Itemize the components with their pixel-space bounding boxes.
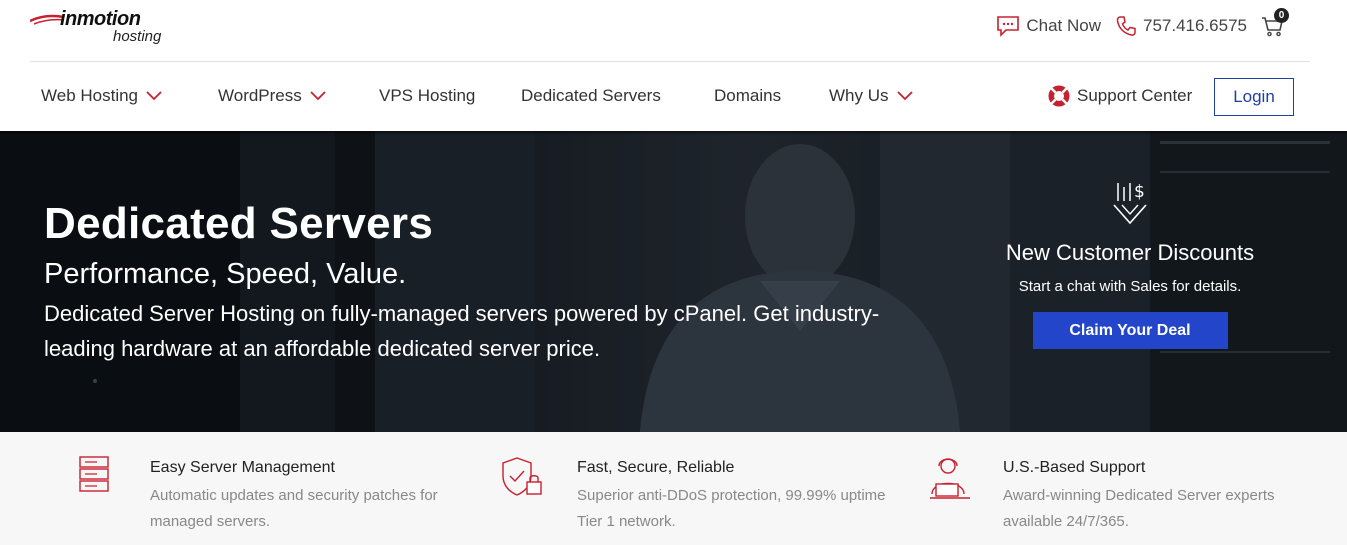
lifebuoy-icon: [1048, 85, 1070, 107]
server-stack-icon: [79, 456, 109, 492]
nav-item-wordpress[interactable]: WordPress: [218, 86, 326, 106]
hero-description: Dedicated Server Hosting on fully-manage…: [44, 301, 880, 361]
phone-link[interactable]: 757.416.6575: [1115, 15, 1247, 37]
feature-description: Automatic updates and security patches f…: [150, 487, 438, 530]
promo-title: New Customer Discounts: [1005, 240, 1255, 265]
phone-icon: [1116, 16, 1136, 36]
top-bar: inmotion hosting Chat Now 757.416.6575 0: [0, 0, 1347, 62]
logo-sub-text: hosting: [113, 28, 162, 45]
nav-item-why-us[interactable]: Why Us: [829, 86, 913, 106]
phone-number: 757.416.6575: [1143, 16, 1247, 35]
nav-item-label: WordPress: [218, 86, 302, 105]
nav-item-domains[interactable]: Domains: [714, 86, 781, 106]
feature-title: Fast, Secure, Reliable: [577, 459, 735, 476]
promo-text: Start a chat with Sales for details.: [1018, 278, 1242, 295]
main-navigation: Web Hosting WordPress VPS Hosting Dedica…: [0, 62, 1347, 132]
nav-item-label: Dedicated Servers: [521, 86, 661, 105]
inmotion-hosting-logo[interactable]: inmotion hosting: [30, 8, 180, 48]
nav-item-label: Why Us: [829, 86, 889, 105]
feature-title: Easy Server Management: [150, 459, 335, 476]
nav-item-vps-hosting[interactable]: VPS Hosting: [379, 86, 475, 106]
svg-text:$: $: [1134, 182, 1145, 202]
nav-item-web-hosting[interactable]: Web Hosting: [41, 86, 162, 106]
chevron-down-icon: [310, 91, 326, 101]
hero-subtitle: Performance, Speed, Value.: [44, 258, 407, 290]
hero-banner: Dedicated Servers Performance, Speed, Va…: [0, 131, 1347, 432]
top-utility-links: Chat Now 757.416.6575 0: [996, 8, 1289, 38]
nav-item-dedicated-servers[interactable]: Dedicated Servers: [521, 86, 661, 106]
support-agent-icon: [930, 458, 970, 499]
nav-item-label: Web Hosting: [41, 86, 139, 105]
chat-bubble-icon: [997, 16, 1020, 37]
chevron-down-icon: [146, 91, 162, 101]
feature-description: Award-winning Dedicated Server experts a…: [1003, 487, 1275, 530]
hero-top-shadow: [0, 131, 1347, 135]
dollar-down-arrow-icon: $: [1113, 182, 1147, 225]
features-strip: Easy Server Management Automatic updates…: [0, 432, 1347, 545]
promo-panel: $ New Customer Discounts Start a chat wi…: [975, 179, 1285, 349]
chevron-down-icon: [896, 91, 913, 101]
support-center-label: Support Center: [1077, 86, 1193, 105]
shield-lock-icon: [502, 457, 542, 496]
nav-item-label: Domains: [714, 86, 782, 105]
cart-button[interactable]: 0: [1261, 8, 1289, 38]
feature-description: Superior anti-DDoS protection, 99.99% up…: [577, 487, 886, 530]
support-center-link[interactable]: Support Center: [1047, 84, 1192, 108]
claim-deal-button[interactable]: Claim Your Deal: [1032, 312, 1228, 349]
chat-now-label: Chat Now: [1026, 16, 1101, 35]
chat-now-link[interactable]: Chat Now: [996, 15, 1101, 37]
feature-title: U.S.-Based Support: [1003, 459, 1146, 476]
hero-title: Dedicated Servers: [44, 199, 434, 248]
login-button[interactable]: Login: [1214, 78, 1294, 116]
cart-count-badge: 0: [1274, 8, 1289, 23]
nav-item-label: VPS Hosting: [379, 86, 476, 105]
